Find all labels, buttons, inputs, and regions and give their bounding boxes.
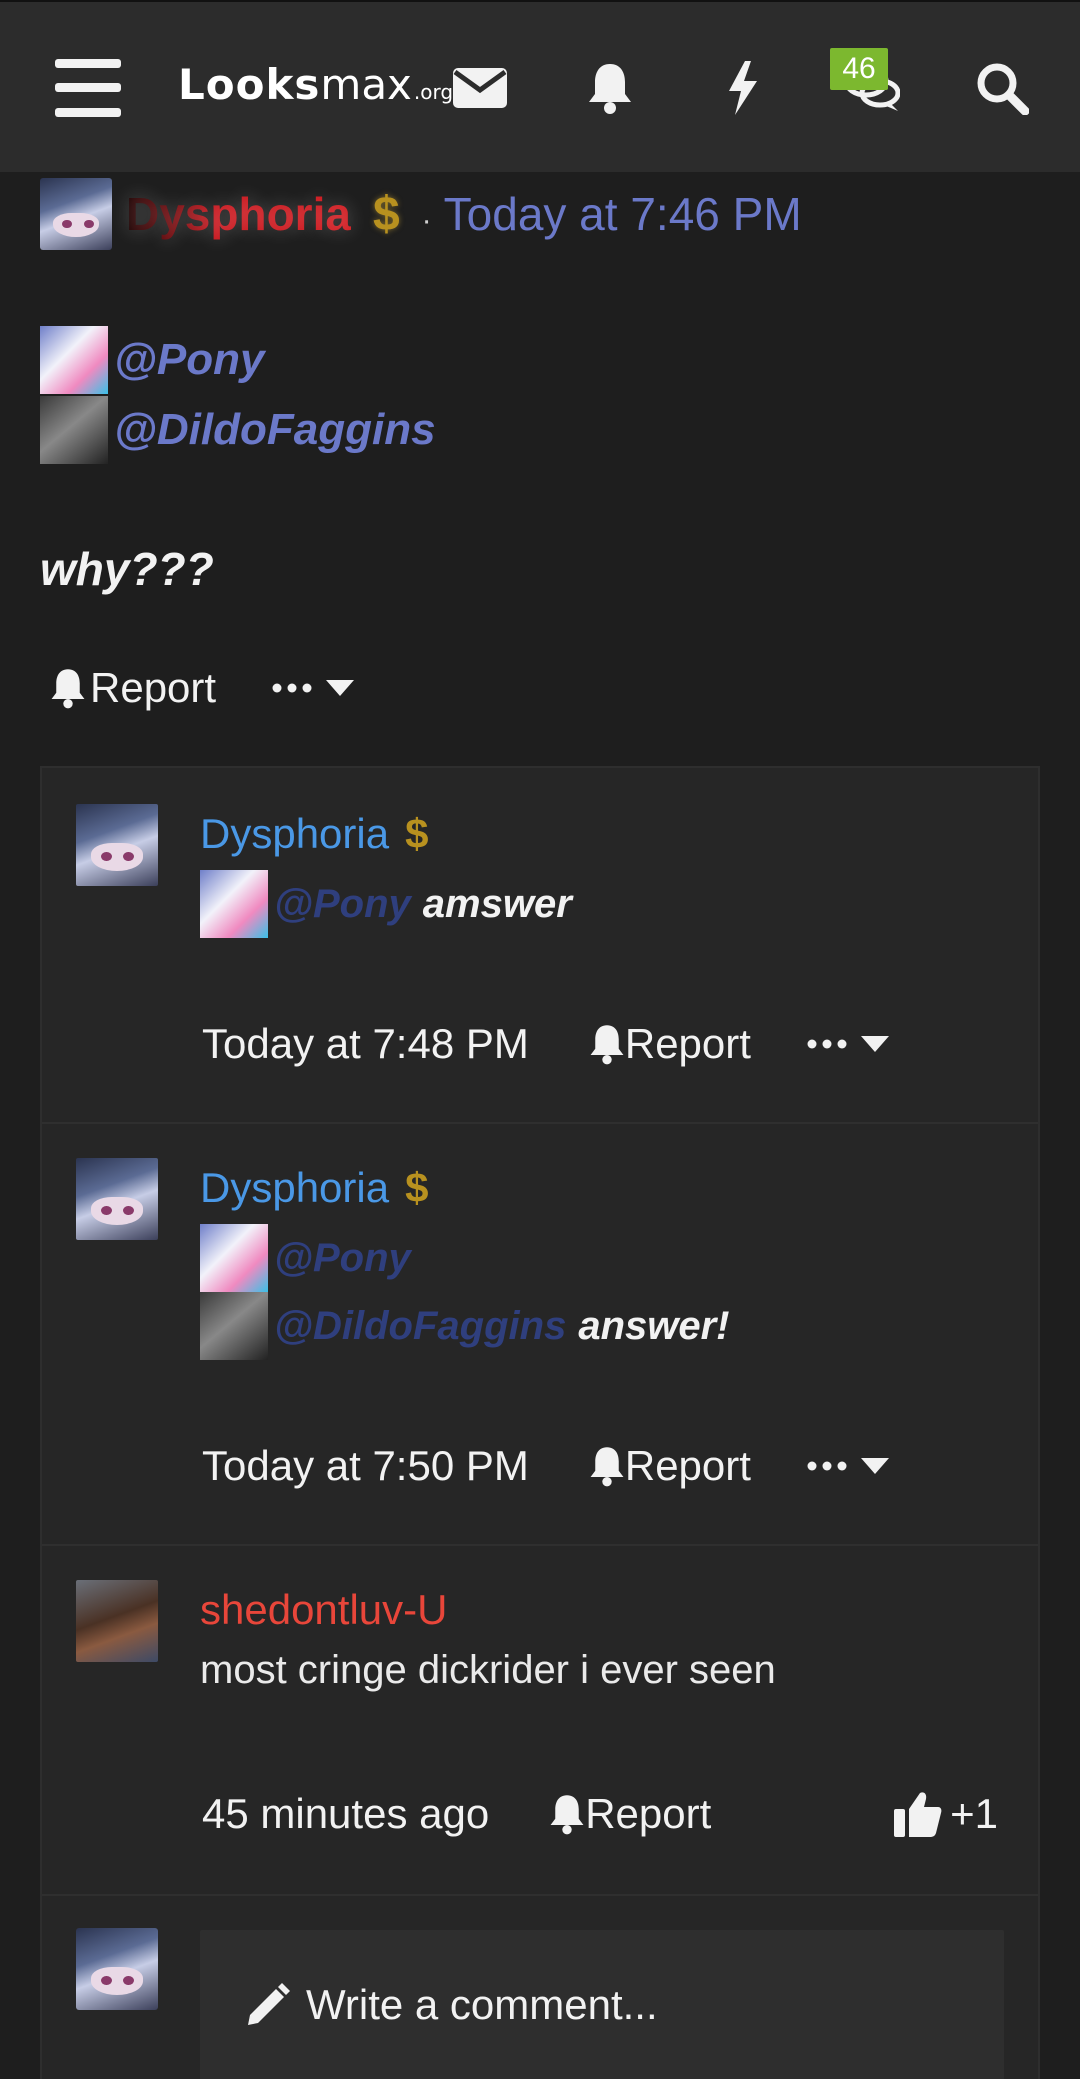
pencil-icon (246, 1983, 290, 2027)
mention-pony[interactable]: @Pony (40, 326, 264, 394)
logo-text-looks: Looks (178, 60, 321, 109)
mention-link[interactable]: @Pony (274, 882, 411, 927)
dollar-badge-icon: $ (372, 187, 400, 241)
post-time-text: Today at 7:46 PM (443, 188, 802, 240)
like-button[interactable]: +1 (894, 1790, 998, 1838)
mention-link[interactable]: @DildoFaggins (114, 405, 436, 455)
comment-time[interactable]: Today at 7:50 PM (202, 1442, 529, 1490)
comment-mention-line: @Pony (200, 1224, 411, 1292)
more-options-button[interactable] (807, 1458, 889, 1474)
write-comment-placeholder: Write a comment... (306, 1981, 658, 2028)
caret-down-icon (860, 1036, 889, 1052)
comment-author[interactable]: Dysphoria $ (200, 1164, 428, 1212)
ellipsis-icon (807, 1039, 847, 1049)
dollar-badge-icon: $ (405, 1164, 429, 1211)
comment-text: answer! (578, 1303, 730, 1348)
mention-link[interactable]: @Pony (114, 335, 264, 385)
avatar[interactable] (76, 1158, 158, 1240)
avatar[interactable] (76, 1580, 158, 1662)
like-count: +1 (950, 1790, 998, 1837)
post-author[interactable]: Dysphoria (126, 187, 351, 241)
mail-icon[interactable] (430, 38, 530, 138)
lightning-icon[interactable] (692, 38, 792, 138)
comment-item: Dysphoria $ @Pony @DildoFaggins answer! T… (42, 1124, 1038, 1546)
messages-count-badge: 46 (830, 48, 888, 90)
more-options-button[interactable] (807, 1036, 889, 1052)
report-button[interactable]: Report (589, 1442, 751, 1490)
comments-section: Dysphoria $ @Pony amswer Today at 7:48 PM… (40, 766, 1040, 2079)
comment-time[interactable]: 45 minutes ago (202, 1790, 489, 1838)
report-label: Report (624, 1442, 751, 1489)
comment-author-name[interactable]: Dysphoria (200, 1164, 389, 1211)
comment-text: amswer (422, 881, 572, 926)
mention-link[interactable]: @DildoFaggins (274, 1304, 566, 1349)
report-button[interactable]: Report (589, 1020, 751, 1068)
comment-actions: Today at 7:48 PM Report (202, 1020, 889, 1068)
avatar (200, 1224, 268, 1292)
caret-down-icon (326, 680, 355, 696)
bell-icon[interactable] (560, 38, 660, 138)
menu-icon[interactable] (38, 38, 138, 138)
logo-text-max: max (320, 60, 412, 109)
avatar[interactable] (76, 804, 158, 886)
avatar[interactable] (40, 178, 112, 250)
avatar (76, 1928, 158, 2010)
search-icon[interactable] (952, 38, 1052, 138)
avatar (200, 1292, 268, 1360)
caret-down-icon (860, 1458, 889, 1474)
mention-link[interactable]: @Pony (274, 1236, 411, 1281)
comment-actions: 45 minutes ago Report (202, 1790, 767, 1838)
ellipsis-icon (272, 683, 312, 693)
comment-author[interactable]: shedontluv-U (200, 1586, 447, 1634)
avatar (200, 870, 268, 938)
avatar (40, 326, 108, 394)
report-button[interactable]: Report (90, 664, 216, 712)
bell-icon (590, 1025, 624, 1065)
post-actions: Report (50, 664, 355, 712)
comment-author[interactable]: Dysphoria $ (200, 810, 428, 858)
dollar-badge-icon: $ (405, 810, 429, 857)
post-time[interactable]: · Today at 7:46 PM (422, 187, 802, 241)
comment-item: shedontluv-U most cringe dickrider i eve… (42, 1546, 1038, 1896)
report-button[interactable]: Report (549, 1790, 711, 1838)
ellipsis-icon (807, 1461, 847, 1471)
report-label: Report (624, 1020, 751, 1067)
top-navigation-bar: Looks max .org 46 (0, 0, 1080, 172)
comment-body: @DildoFaggins answer! (200, 1292, 730, 1360)
thumbs-up-icon (894, 1792, 942, 1837)
bell-icon (590, 1447, 624, 1487)
comment-item: Dysphoria $ @Pony amswer Today at 7:48 PM… (42, 768, 1038, 1124)
comment-actions: Today at 7:50 PM Report (202, 1442, 889, 1490)
separator: · (421, 204, 432, 237)
report-label: Report (585, 1790, 712, 1837)
mention-dildofaggins[interactable]: @DildoFaggins (40, 396, 436, 464)
avatar (40, 396, 108, 464)
comment-body: @Pony amswer (200, 870, 572, 938)
post-body: why??? (40, 543, 214, 595)
more-options-button[interactable] (272, 680, 355, 696)
bell-icon (550, 1795, 584, 1835)
site-logo[interactable]: Looks max .org (178, 60, 453, 120)
comment-author-name[interactable]: Dysphoria (200, 810, 389, 857)
comment-text: most cringe dickrider i ever seen (200, 1648, 776, 1692)
comment-time[interactable]: Today at 7:48 PM (202, 1020, 529, 1068)
post-header: Dysphoria $ · Today at 7:46 PM (40, 178, 802, 250)
report-bell-icon (50, 667, 86, 709)
write-comment-input[interactable]: Write a comment... (200, 1930, 1004, 2079)
